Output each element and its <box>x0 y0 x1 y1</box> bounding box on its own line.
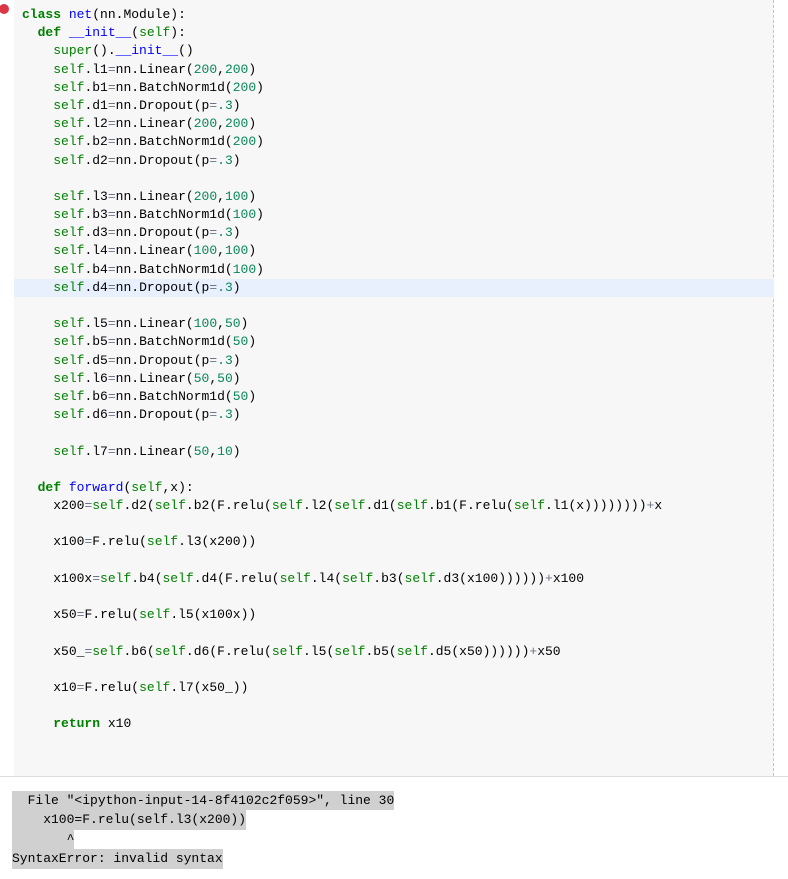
code-line <box>22 697 773 715</box>
code-line: class net(nn.Module): <box>22 6 773 24</box>
code-line: self.l2=nn.Linear(200,200) <box>22 115 773 133</box>
code-line: self.b2=nn.BatchNorm1d(200) <box>22 133 773 151</box>
keyword-class: class <box>22 7 61 22</box>
traceback-file: File "<ipython-input-14-8f4102c2f059>", … <box>12 791 394 811</box>
code-line: def forward(self,x): <box>22 479 773 497</box>
traceback-caret: ^ <box>12 830 74 850</box>
traceback-code: x100=F.relu(self.l3(x200)) <box>12 810 246 830</box>
error-output: File "<ipython-input-14-8f4102c2f059>", … <box>0 777 788 879</box>
code-line: self.b3=nn.BatchNorm1d(100) <box>22 206 773 224</box>
code-line: x50=F.relu(self.l5(x100x)) <box>22 606 773 624</box>
code-line-current: self.d4=nn.Dropout(p=.3) <box>14 279 774 297</box>
code-line: x100x=self.b4(self.d4(F.relu(self.l4(sel… <box>22 570 773 588</box>
code-line: self.l3=nn.Linear(200,100) <box>22 188 773 206</box>
code-cell: class net(nn.Module): def __init__(self)… <box>0 0 788 777</box>
code-line: self.b5=nn.BatchNorm1d(50) <box>22 333 773 351</box>
code-line: self.l7=nn.Linear(50,10) <box>22 443 773 461</box>
code-line: self.d1=nn.Dropout(p=.3) <box>22 97 773 115</box>
base-class: nn.Module <box>100 7 170 22</box>
code-line: self.b1=nn.BatchNorm1d(200) <box>22 79 773 97</box>
code-line: self.l4=nn.Linear(100,100) <box>22 242 773 260</box>
code-line <box>22 588 773 606</box>
code-line <box>22 297 773 315</box>
code-line: self.d5=nn.Dropout(p=.3) <box>22 352 773 370</box>
code-line: self.l6=nn.Linear(50,50) <box>22 370 773 388</box>
code-line: self.l1=nn.Linear(200,200) <box>22 61 773 79</box>
code-line: x10=F.relu(self.l7(x50_)) <box>22 679 773 697</box>
code-line: self.d2=nn.Dropout(p=.3) <box>22 152 773 170</box>
code-line: self.d3=nn.Dropout(p=.3) <box>22 224 773 242</box>
code-line: def __init__(self): <box>22 24 773 42</box>
error-indicator-icon[interactable] <box>0 2 11 16</box>
code-line <box>22 515 773 533</box>
code-line: x100=F.relu(self.l3(x200)) <box>22 533 773 551</box>
cell-gutter <box>0 0 14 776</box>
class-name: net <box>69 7 92 22</box>
code-line: self.b6=nn.BatchNorm1d(50) <box>22 388 773 406</box>
code-line: self.b4=nn.BatchNorm1d(100) <box>22 261 773 279</box>
code-line: return x10 <box>22 715 773 733</box>
code-line: self.l5=nn.Linear(100,50) <box>22 315 773 333</box>
code-line: self.d6=nn.Dropout(p=.3) <box>22 406 773 424</box>
code-line <box>22 734 773 752</box>
code-line <box>22 424 773 442</box>
code-line <box>22 752 773 770</box>
code-line: super().__init__() <box>22 42 773 60</box>
code-line: x50_=self.b6(self.d6(F.relu(self.l5(self… <box>22 643 773 661</box>
code-editor[interactable]: class net(nn.Module): def __init__(self)… <box>14 0 774 776</box>
traceback-error: SyntaxError: invalid syntax <box>12 849 223 869</box>
code-line <box>22 461 773 479</box>
code-line: x200=self.d2(self.b2(F.relu(self.l2(self… <box>22 497 773 515</box>
code-line <box>22 661 773 679</box>
code-line <box>22 552 773 570</box>
code-line <box>22 624 773 642</box>
code-line <box>22 170 773 188</box>
